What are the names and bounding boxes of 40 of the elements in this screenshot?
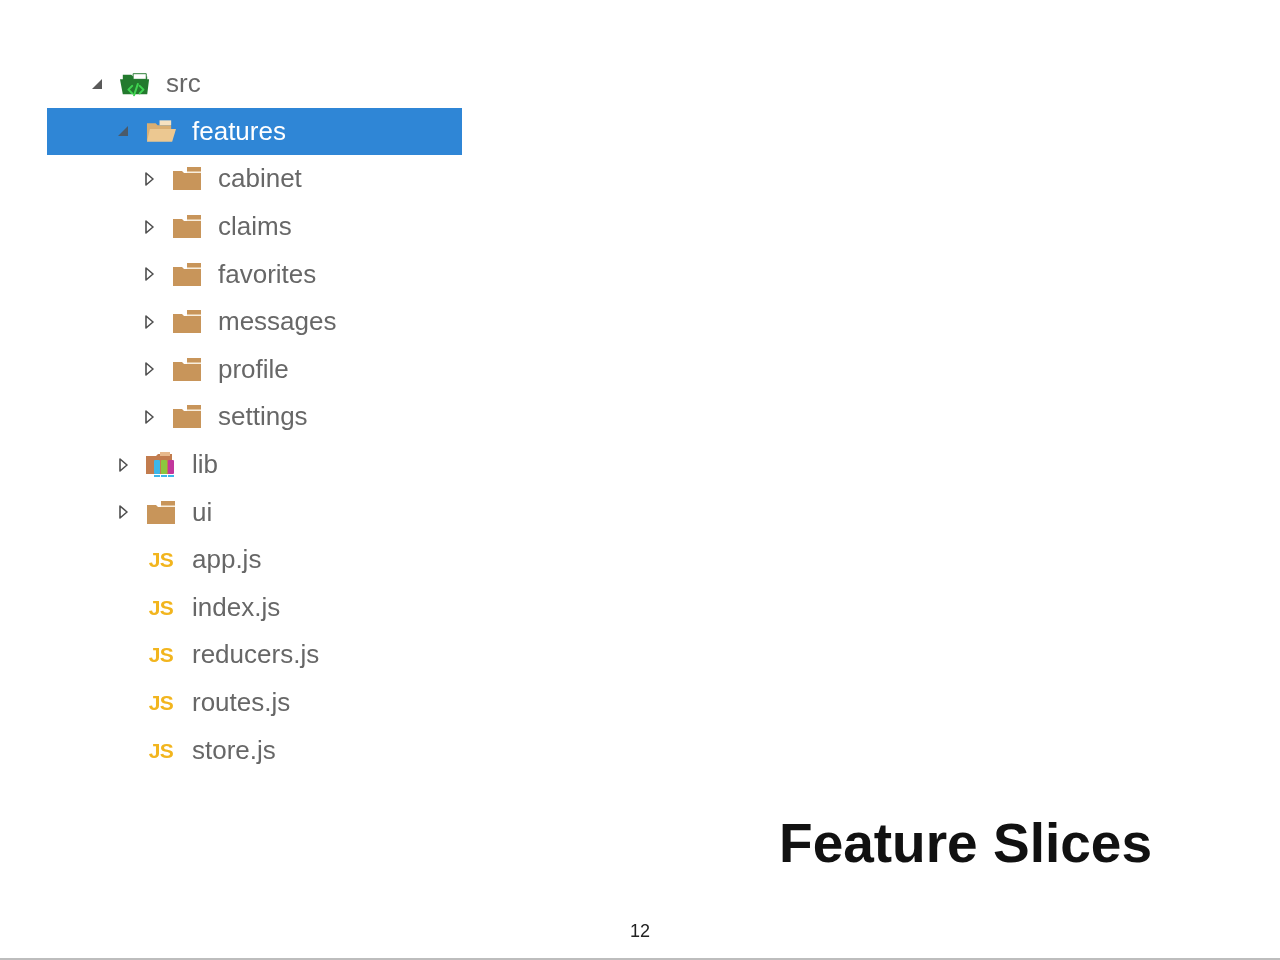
page-number: 12: [630, 919, 650, 942]
js-file-icon: JS: [148, 596, 174, 618]
file-tree-item[interactable]: JS app.js: [47, 535, 462, 584]
expanded-arrow-icon[interactable]: [92, 78, 102, 89]
collapsed-arrow-icon[interactable]: [144, 219, 154, 234]
collapsed-arrow-icon[interactable]: [144, 314, 154, 329]
library-folder-icon: [146, 450, 176, 479]
collapsed-arrow-icon[interactable]: [144, 409, 154, 424]
folder-tree-item[interactable]: lib: [47, 440, 462, 489]
folder-tree-item[interactable]: messages: [47, 297, 462, 346]
folder-tree-item[interactable]: cabinet: [47, 155, 462, 203]
collapsed-arrow-icon[interactable]: [144, 362, 154, 377]
js-file-icon: JS: [148, 739, 174, 761]
collapsed-arrow-icon[interactable]: [144, 172, 154, 186]
folder-icon: [147, 500, 175, 524]
file-tree-item[interactable]: JS store.js: [47, 726, 462, 774]
folder-tree-item[interactable]: src: [47, 60, 462, 108]
js-file-icon: JS: [148, 692, 174, 713]
folder-tree-item[interactable]: ui: [47, 488, 462, 536]
file-tree-item[interactable]: JS reducers.js: [47, 631, 462, 679]
folder-icon: [173, 405, 201, 429]
folder-tree-item[interactable]: features: [47, 107, 462, 156]
folder-tree-item[interactable]: favorites: [47, 250, 462, 298]
folder-icon: [173, 357, 201, 381]
slide-title: Feature Slices: [779, 810, 1152, 876]
open-folder-icon: [146, 120, 176, 143]
collapsed-arrow-icon[interactable]: [118, 505, 128, 520]
folder-icon: [173, 167, 201, 191]
file-tree-item[interactable]: JS index.js: [47, 583, 462, 632]
js-file-icon: JS: [148, 549, 174, 571]
collapsed-arrow-icon[interactable]: [118, 457, 128, 472]
folder-icon: [173, 310, 201, 334]
folder-tree-item[interactable]: profile: [47, 345, 462, 394]
collapsed-arrow-icon[interactable]: [144, 267, 154, 282]
folder-icon: [173, 262, 201, 286]
js-file-icon: JS: [148, 644, 174, 666]
folder-icon: [173, 215, 201, 239]
file-tree-item[interactable]: JS routes.js: [47, 678, 462, 727]
folder-tree-item[interactable]: claims: [47, 202, 462, 251]
folder-tree-item[interactable]: settings: [47, 393, 462, 441]
